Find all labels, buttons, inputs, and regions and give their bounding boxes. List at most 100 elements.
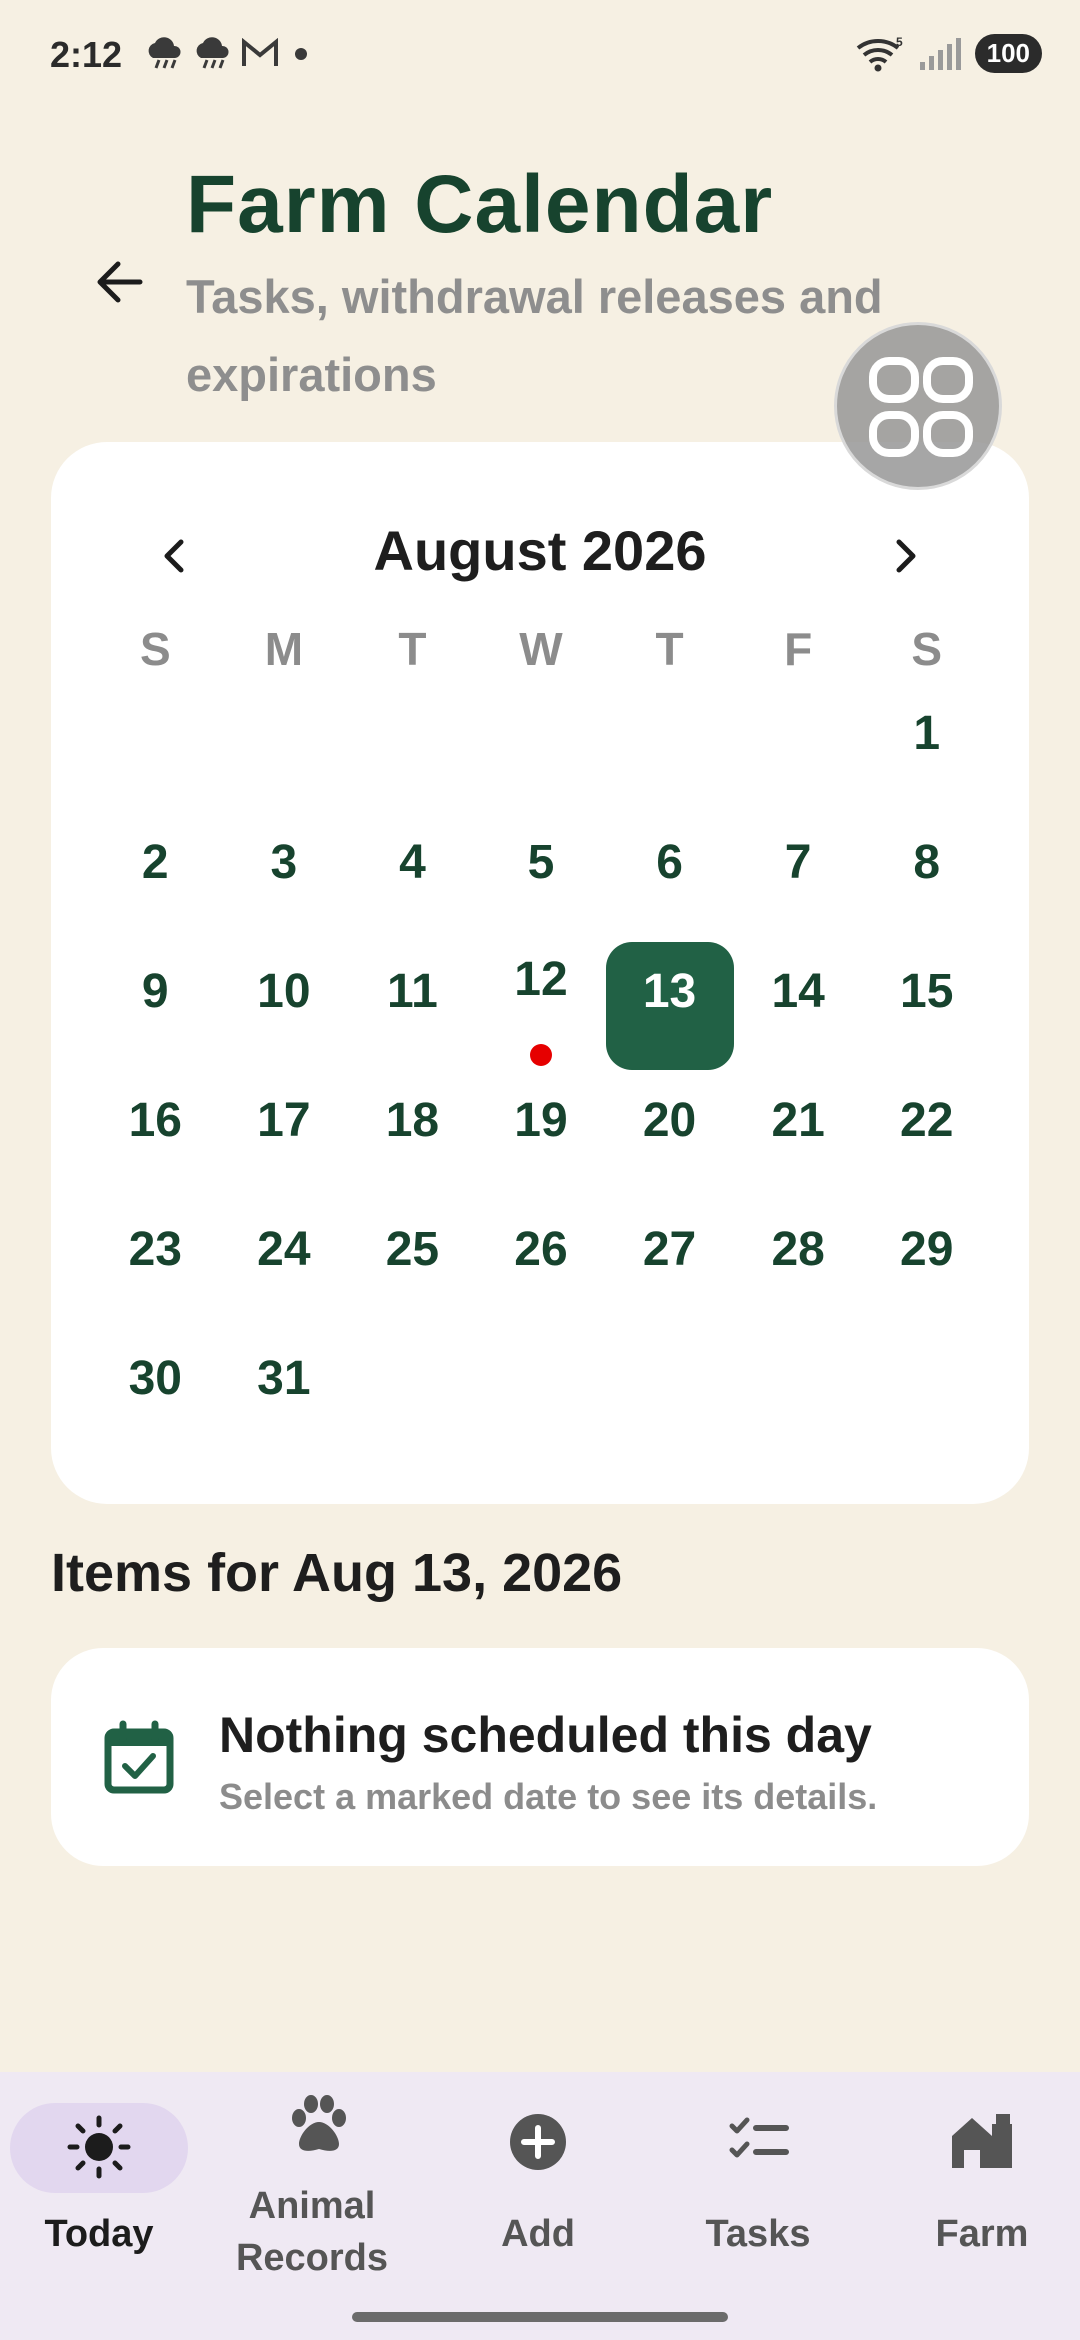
calendar-day-28[interactable]: 28 <box>734 1210 863 1339</box>
weekday-header: SMTWTFS <box>91 622 991 676</box>
calendar-day-13[interactable]: 13 <box>605 952 734 1081</box>
calendar-day-label: 24 <box>257 1223 311 1276</box>
calendar-day-19[interactable]: 19 <box>477 1081 606 1210</box>
page-title: Farm Calendar <box>186 159 774 250</box>
calendar-day-label: 13 <box>642 965 697 1018</box>
calendar-day-label: 8 <box>913 836 941 889</box>
calendar-day-10[interactable]: 10 <box>220 952 349 1081</box>
weekday-label: T <box>398 623 427 675</box>
calendar-day-3[interactable]: 3 <box>220 823 349 952</box>
storm-cloud-icon <box>196 37 229 69</box>
status-bar: 2:12 5 100 <box>0 0 1080 110</box>
gmail-icon <box>242 38 278 66</box>
grid-icon <box>869 357 973 457</box>
nav-animal-records-label-line1: Animal <box>248 2185 376 2227</box>
nav-today-label: Today <box>44 2213 154 2255</box>
chevron-right-icon <box>896 539 916 573</box>
checklist-icon <box>729 2117 789 2158</box>
calendar-day-label: 7 <box>784 836 812 889</box>
calendar-day-26[interactable]: 26 <box>477 1210 606 1339</box>
calendar-day-21[interactable]: 21 <box>734 1081 863 1210</box>
calendar-day-23[interactable]: 23 <box>91 1210 220 1339</box>
calendar-day-label: 12 <box>514 953 568 1006</box>
calendar-day-2[interactable]: 2 <box>91 823 220 952</box>
calendar-day-label: 18 <box>385 1094 440 1147</box>
weekday-label: S <box>139 623 171 675</box>
calendar-day-7[interactable]: 7 <box>734 823 863 952</box>
signal-icon <box>919 37 961 70</box>
battery-indicator: 100 <box>974 34 1042 73</box>
calendar-day-14[interactable]: 14 <box>734 952 863 1081</box>
calendar-day-25[interactable]: 25 <box>348 1210 477 1339</box>
nav-today[interactable]: Today <box>0 2072 198 2312</box>
calendar-day-9[interactable]: 9 <box>91 952 220 1081</box>
calendar-day-30[interactable]: 30 <box>91 1339 220 1468</box>
calendar-day-11[interactable]: 11 <box>348 952 477 1081</box>
calendar-day-label: 11 <box>387 965 438 1018</box>
calendar-day-label: 20 <box>642 1094 697 1147</box>
calendar-day-15[interactable]: 15 <box>862 952 991 1081</box>
dot-icon <box>295 48 307 60</box>
calendar-day-29[interactable]: 29 <box>862 1210 991 1339</box>
calendar-day-16[interactable]: 16 <box>91 1081 220 1210</box>
calendar-day-20[interactable]: 20 <box>605 1081 734 1210</box>
calendar-day-label: 9 <box>141 965 169 1018</box>
weekday-label: T <box>655 623 684 675</box>
calendar-day-label: 22 <box>900 1094 954 1147</box>
calendar-day-24[interactable]: 24 <box>220 1210 349 1339</box>
wifi-icon: 5 <box>856 36 903 71</box>
nav-animal-records[interactable]: Animal Records <box>212 2072 412 2312</box>
calendar-day-label: 15 <box>900 965 954 1018</box>
calendar-day-label: 6 <box>656 836 683 889</box>
empty-state-subtitle: Select a marked date to see its details. <box>219 1776 878 1817</box>
calendar-day-label: 21 <box>771 1094 825 1147</box>
notification-icons <box>145 36 313 70</box>
calendar-day-31[interactable]: 31 <box>220 1339 349 1468</box>
calendar-day-label: 19 <box>514 1094 568 1147</box>
nav-tasks[interactable]: Tasks <box>660 2072 856 2312</box>
calendar-check-icon <box>104 1720 174 1794</box>
calendar-day-label: 25 <box>385 1223 440 1276</box>
calendar-day-18[interactable]: 18 <box>348 1081 477 1210</box>
calendar-day-12[interactable]: 12 <box>477 952 606 1081</box>
weekday-label: S <box>911 623 943 675</box>
nav-farm[interactable]: Farm <box>884 2072 1080 2312</box>
calendar-day-8[interactable]: 8 <box>862 823 991 952</box>
calendar-day-label: 30 <box>128 1352 182 1405</box>
calendar-day-label: 5 <box>527 836 555 889</box>
calendar-day-6[interactable]: 6 <box>605 823 734 952</box>
nav-animal-records-label-line2: Records <box>235 2237 389 2279</box>
calendar-day-label: 10 <box>257 965 311 1018</box>
floating-grid-button[interactable] <box>834 322 1002 490</box>
add-circle-icon <box>510 2114 566 2170</box>
calendar-day-label: 26 <box>514 1223 568 1276</box>
status-time: 2:12 <box>50 34 123 75</box>
weekday-label: F <box>784 623 813 675</box>
calendar-day-label: 4 <box>399 836 426 889</box>
calendar-day-1[interactable]: 1 <box>862 694 991 823</box>
nav-add-label: Add <box>501 2213 575 2255</box>
calendar-day-label: 3 <box>270 836 298 889</box>
calendar-day-label: 16 <box>128 1094 182 1147</box>
bottom-navigation: Today Animal Records Add Tasks Farm <box>0 2072 1080 2340</box>
calendar-day-label: 14 <box>771 965 825 1018</box>
sun-icon <box>67 2115 131 2179</box>
gesture-bar <box>352 2312 728 2322</box>
calendar-grid: 1 2 3 4 5 6 7 8 9 10 11 12 13 14 15 16 17 18 19 20 21 22 23 24 2… <box>91 694 991 1468</box>
calendar-day-5[interactable]: 5 <box>477 823 606 952</box>
calendar-card: August 2026 SMTWTFS 1 2 3 4 5 6 7 8 9 10 11 12 13 14 1… <box>51 442 1029 1504</box>
calendar-day-label: 17 <box>257 1094 311 1147</box>
arrow-left-icon <box>97 261 143 303</box>
next-month-button[interactable] <box>871 520 941 590</box>
calendar-day-22[interactable]: 22 <box>862 1081 991 1210</box>
event-marker-dot <box>529 1044 552 1066</box>
back-button[interactable] <box>88 250 152 314</box>
calendar-day-label: 27 <box>642 1223 697 1276</box>
calendar-day-27[interactable]: 27 <box>605 1210 734 1339</box>
nav-tasks-label: Tasks <box>705 2213 811 2255</box>
nav-add[interactable]: Add <box>440 2072 636 2312</box>
wifi-label: 5 <box>896 36 903 49</box>
calendar-day-4[interactable]: 4 <box>348 823 477 952</box>
empty-state-title: Nothing scheduled this day <box>219 1707 872 1763</box>
calendar-day-17[interactable]: 17 <box>220 1081 349 1210</box>
